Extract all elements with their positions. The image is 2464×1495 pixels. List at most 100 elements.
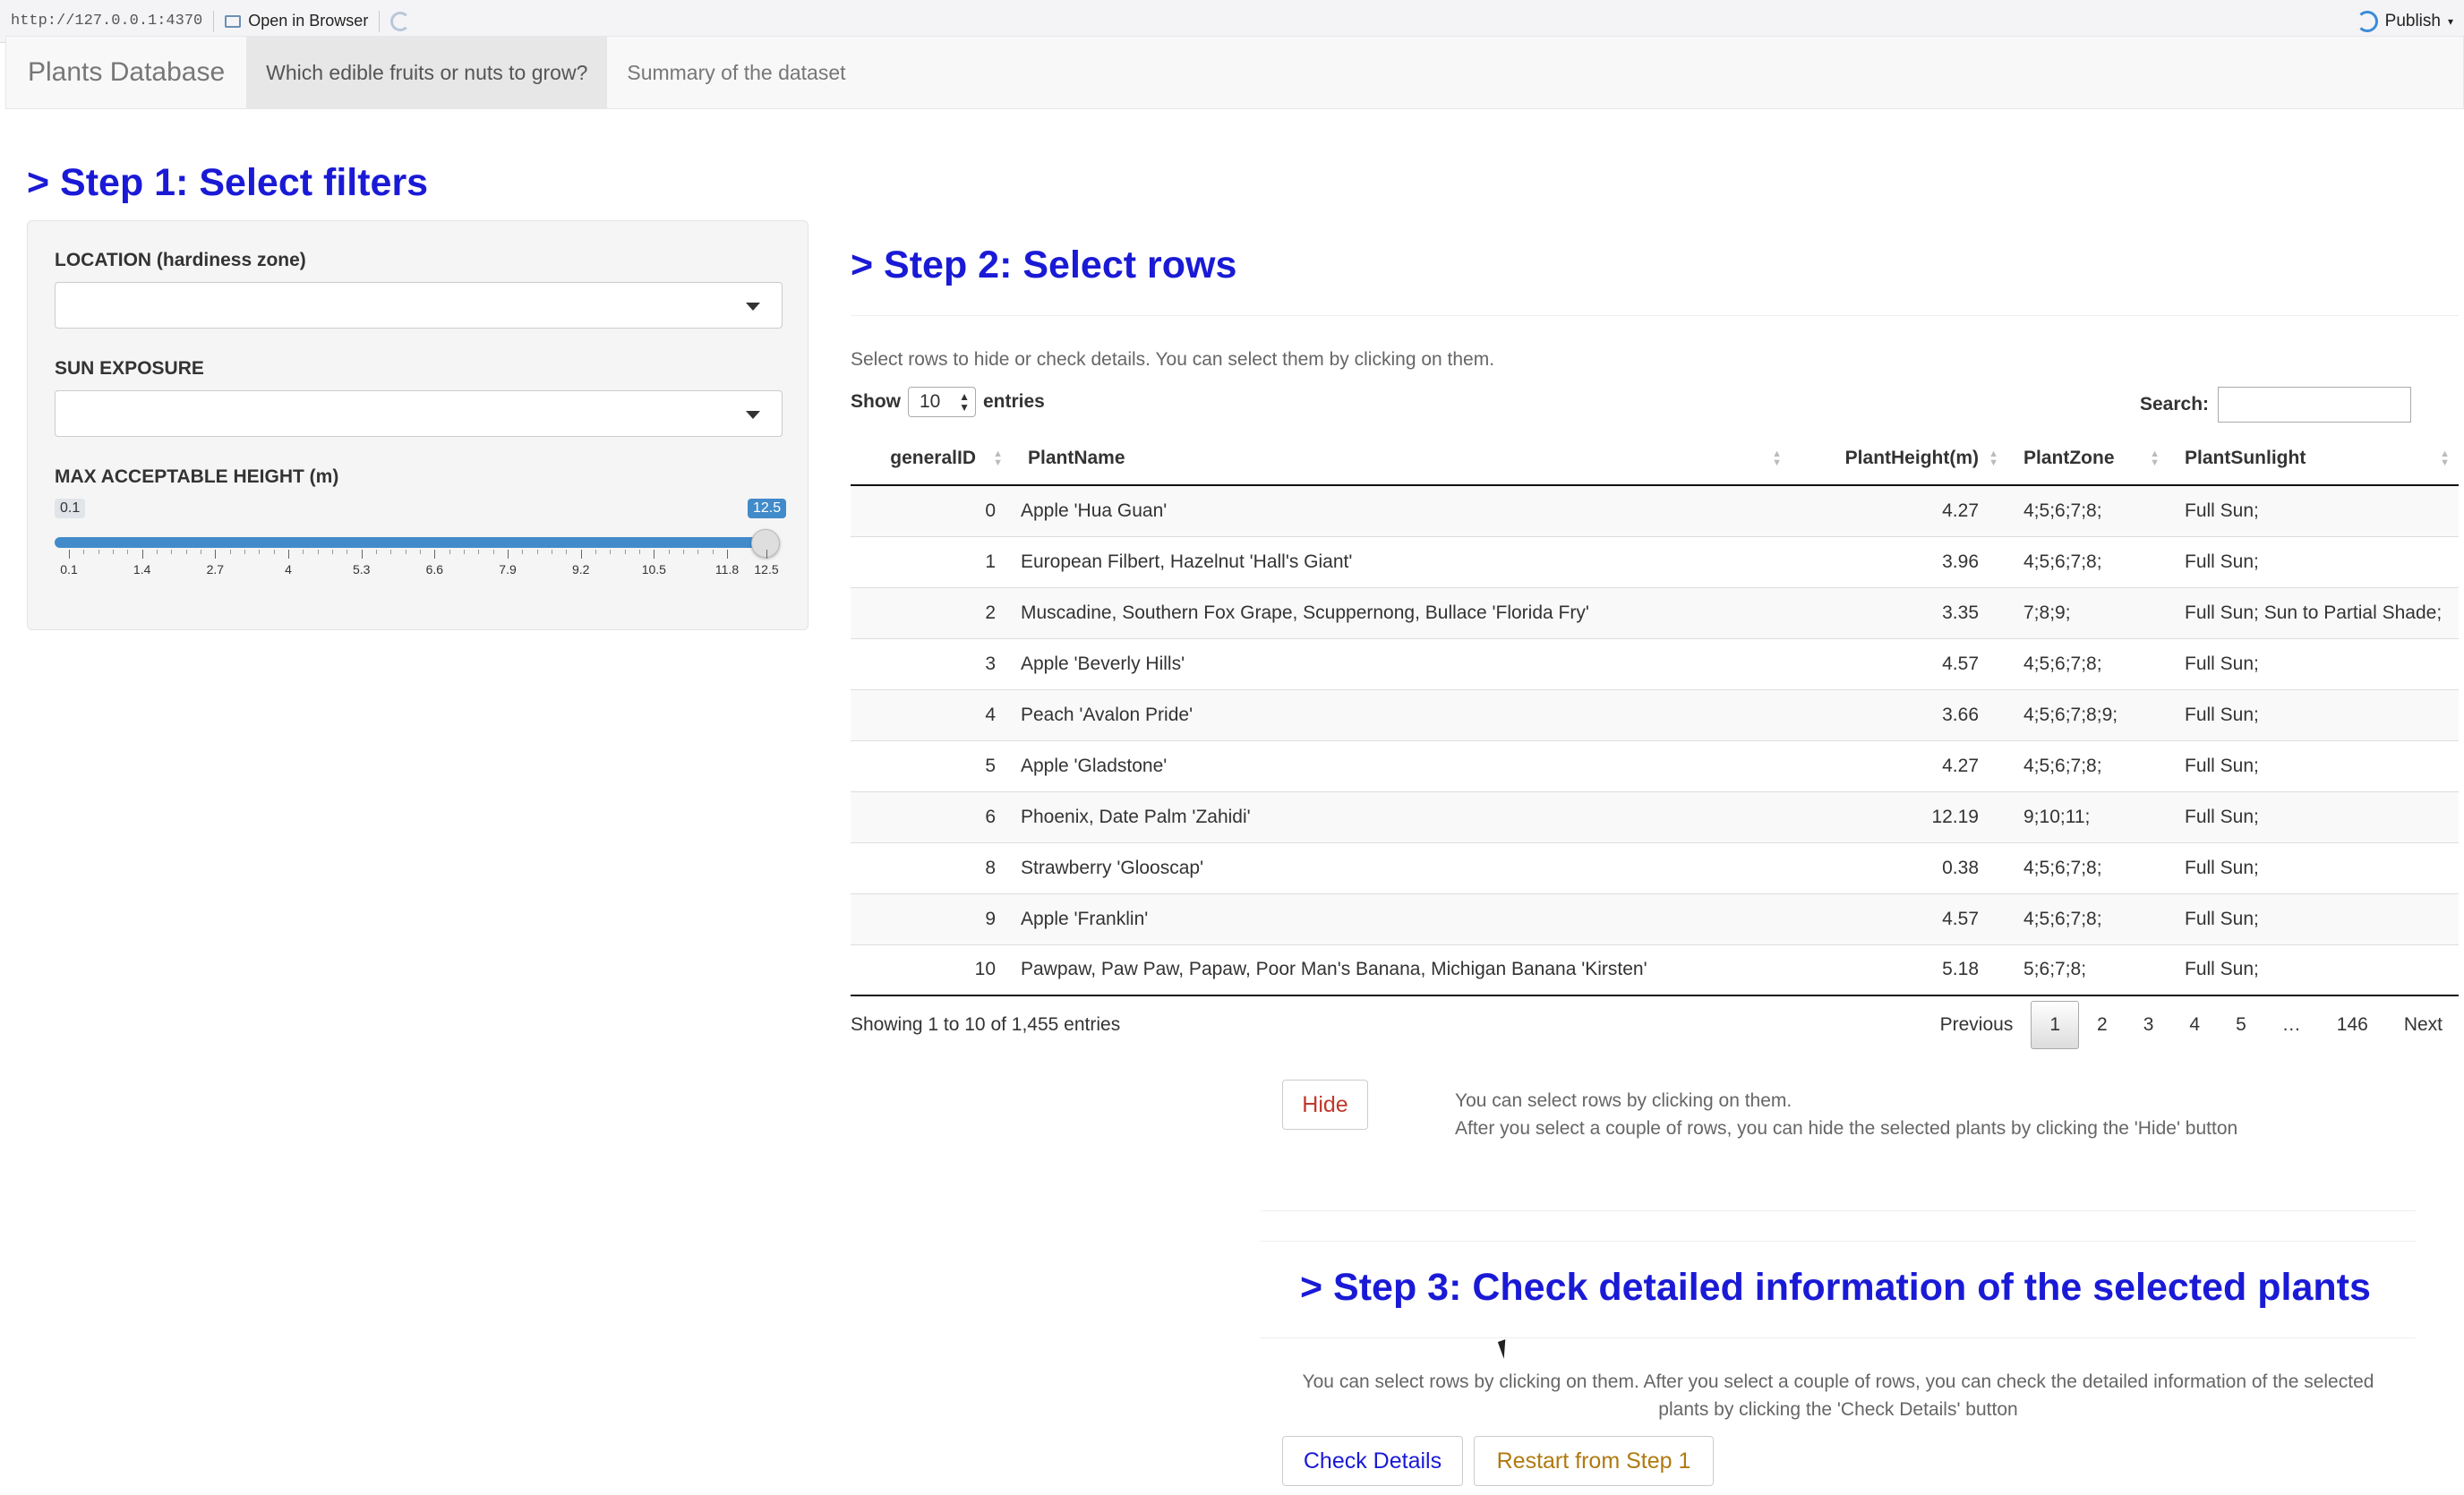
slider-minor-tick [244,550,245,554]
pagination-previous[interactable]: Previous [1922,1001,2032,1049]
cell-plantsunlight: Full Sun; [2169,484,2459,536]
restart-button[interactable]: Restart from Step 1 [1474,1436,1714,1486]
pagination-page-2[interactable]: 2 [2079,1001,2126,1049]
cell-plantheight: 4.57 [1791,637,2007,689]
step2-title: > Step 2: Select rows [851,243,1237,286]
sun-exposure-select[interactable] [55,390,783,437]
pagination-page-4[interactable]: 4 [2171,1001,2218,1049]
col-header-plantzone[interactable]: PlantZone ▲ ▼ [2007,431,2169,486]
tab-edible-fruits[interactable]: Which edible fruits or nuts to grow? [246,37,608,108]
pagination-page-3[interactable]: 3 [2126,1001,2172,1049]
table-row[interactable]: 5 Apple 'Gladstone' 4.27 4;5;6;7;8; Full Sun… [851,739,2459,791]
table-row[interactable]: 0 Apple 'Hua Guan' 4.27 4;5;6;7;8; Full Sun; [851,484,2459,536]
cell-plantsunlight: Full Sun; [2169,688,2459,740]
cell-plantname: Pawpaw, Paw Paw, Papaw, Poor Man's Banan… [1012,944,1791,996]
mouse-cursor-icon [1497,1339,1512,1359]
divider [1261,1210,2416,1211]
max-height-slider[interactable]: 0.1 12.5 0.1 1.4 2.7 4 5.3 6.6 7.9 9.2 10.5 11.8 1… [55,499,787,588]
updown-arrows-icon: ▲ ▼ [959,390,970,414]
search-label: Search: [2140,394,2210,414]
table-row[interactable]: 4 Peach 'Avalon Pride' 3.66 4;5;6;7;8;9; Ful… [851,688,2459,740]
slider-minor-tick [273,550,275,554]
table-row[interactable]: 1 European Filbert, Hazelnut 'Hall's Gian… [851,535,2459,587]
pagination-page-5[interactable]: 5 [2218,1001,2264,1049]
slider-track[interactable] [55,537,766,548]
slider-minor-tick [83,550,85,554]
slider-minor-tick [536,550,538,554]
table-row[interactable]: 6 Phoenix, Date Palm 'Zahidi' 12.19 9;10;11… [851,790,2459,842]
sort-icon: ▲ ▼ [1772,448,1782,468]
cell-plantheight: 5.18 [1791,944,2007,996]
slider-tick [215,550,217,559]
open-in-browser-button[interactable]: Open in Browser [225,12,368,30]
slider-tick [508,550,509,559]
pagination-ellipsis: … [2281,1014,2301,1035]
slider-minor-tick [98,550,99,554]
page-length-control: Show 10 ▲ ▼ entries [851,387,1045,417]
location-select[interactable] [55,282,783,329]
sort-icon: ▲ ▼ [993,448,1003,468]
hide-note: You can select rows by clicking on them.… [1455,1087,2237,1142]
step3-note-line-1: You can select rows by clicking on them.… [1302,1371,2374,1392]
cell-plantname: Apple 'Gladstone' [1012,739,1791,791]
cell-plantsunlight: Full Sun; [2169,535,2459,587]
slider-tick [361,550,363,559]
slider-minor-tick [113,550,114,554]
pagination-page-last[interactable]: 146 [2319,1001,2386,1049]
step1-title: > Step 1: Select filters [27,161,429,204]
slider-minor-tick [171,550,173,554]
cell-plantname: Apple 'Franklin' [1012,893,1791,944]
cell-generalid: 4 [851,688,1012,740]
cell-plantheight: 3.96 [1791,535,2007,587]
col-header-plantheight[interactable]: PlantHeight(m) ▲ ▼ [1791,431,2007,486]
refresh-icon[interactable] [390,11,411,31]
cell-plantname: European Filbert, Hazelnut 'Hall's Giant… [1012,535,1791,587]
divider [1261,1241,2416,1242]
navbar: Plants Database Which edible fruits or n… [5,36,2464,109]
slider-tick-label: 7.9 [499,562,517,577]
cell-plantzone: 7;8;9; [2007,586,2169,638]
cell-generalid: 0 [851,484,1012,536]
tab-summary[interactable]: Summary of the dataset [607,37,865,108]
hide-button[interactable]: Hide [1282,1080,1368,1130]
slider-ticks: 0.1 1.4 2.7 4 5.3 6.6 7.9 9.2 10.5 11.8 12.5 [55,550,783,585]
step3-note: You can select rows by clicking on them.… [1261,1368,2416,1423]
cell-plantzone: 4;5;6;7;8; [2007,841,2169,893]
app-brand[interactable]: Plants Database [6,37,246,108]
table-row[interactable]: 10 Pawpaw, Paw Paw, Papaw, Poor Man's Ban… [851,944,2459,996]
slider-tick-label: 9.2 [571,562,590,577]
cell-plantsunlight: Full Sun; [2169,790,2459,842]
pagination-page-1[interactable]: 1 [2031,1001,2080,1049]
hide-note-line-2: After you select a couple of rows, you c… [1455,1118,2238,1139]
publish-button[interactable]: Publish ▾ [2356,10,2453,32]
table-row[interactable]: 8 Strawberry 'Glooscap' 0.38 4;5;6;7;8; Full… [851,841,2459,893]
col-header-generalid[interactable]: generalID ▲ ▼ [851,431,1012,486]
cell-plantheight: 12.19 [1791,790,2007,842]
slider-tick-label: 11.8 [714,562,740,577]
slider-tick [580,550,582,559]
table-header-row: generalID ▲ ▼ PlantName ▲ ▼ PlantHeight(m) ▲ ▼… [851,431,2459,486]
divider [1261,1337,2416,1338]
pagination-next[interactable]: Next [2386,1001,2460,1049]
table-row[interactable]: 3 Apple 'Beverly Hills' 4.57 4;5;6;7;8; Full… [851,637,2459,689]
search-input[interactable] [2218,387,2412,423]
page-length-select[interactable]: 10 ▲ ▼ [908,387,976,417]
slider-tick [141,550,143,559]
slider-minor-tick [668,550,670,554]
table-row[interactable]: 9 Apple 'Franklin' 4.57 4;5;6;7;8; Full Sun; [851,893,2459,944]
check-details-button[interactable]: Check Details [1282,1436,1463,1486]
slider-min-badge: 0.1 [55,499,86,518]
slider-minor-tick [639,550,641,554]
divider [851,315,2459,316]
hide-note-line-1: You can select rows by clicking on them. [1455,1090,1792,1111]
slider-minor-tick [610,550,612,554]
col-header-plantname[interactable]: PlantName ▲ ▼ [1012,431,1791,486]
slider-minor-tick [492,550,494,554]
slider-tick-label: 12.5 [754,562,779,577]
cell-plantname: Apple 'Beverly Hills' [1012,637,1791,689]
table-row[interactable]: 2 Muscadine, Southern Fox Grape, Scuppern… [851,586,2459,638]
slider-minor-tick [566,550,568,554]
plants-table: generalID ▲ ▼ PlantName ▲ ▼ PlantHeight(m) ▲ ▼… [851,431,2459,996]
cell-plantname: Muscadine, Southern Fox Grape, Scupperno… [1012,586,1791,638]
col-header-plantsunlight[interactable]: PlantSunlight ▲ ▼ [2169,431,2459,486]
